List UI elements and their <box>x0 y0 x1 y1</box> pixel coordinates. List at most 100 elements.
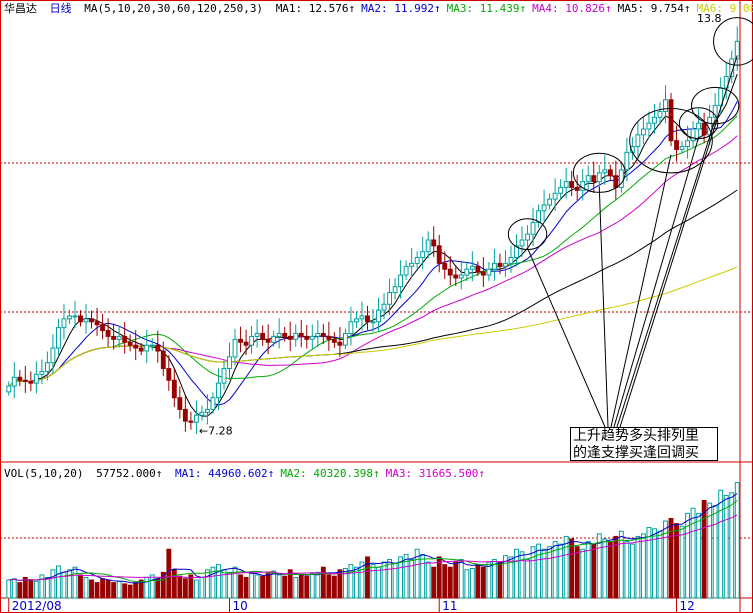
candle-body <box>304 335 310 340</box>
candle-body <box>337 341 343 346</box>
volume-bar <box>188 574 194 599</box>
candle-body <box>177 397 183 410</box>
min-price-label: ←7.28 <box>199 424 233 437</box>
candle-body <box>525 233 530 241</box>
pointer-line <box>619 55 738 428</box>
volume-bar <box>243 576 249 599</box>
volume-bar <box>525 559 530 599</box>
candle-body <box>503 262 508 267</box>
candle-body <box>602 169 608 174</box>
candle-body <box>116 335 122 340</box>
candle-body <box>326 335 332 340</box>
candle-body <box>44 362 50 372</box>
volume-header: VOL(5,10,20) 57752.000↑ MA1: 44960.602↑ M… <box>4 467 497 480</box>
candle-body <box>563 181 569 188</box>
candle-body <box>398 274 404 288</box>
candle-body <box>309 335 315 340</box>
vol-ma-items: MA1: 44960.602↑ MA2: 40320.398↑ MA3: 31665… <box>175 467 491 480</box>
volume-bar <box>547 546 553 599</box>
stock-chart: 2012/08 10 11 12 13.8←7.28 <box>0 0 753 613</box>
candle-body <box>701 122 707 136</box>
volume-bar <box>497 561 503 599</box>
volume-bar <box>707 502 713 599</box>
candle-body <box>67 315 72 320</box>
annotation-ellipses <box>507 17 753 251</box>
candle-body <box>50 347 56 364</box>
candle-body <box>210 397 216 410</box>
candle-body <box>519 239 525 247</box>
extreme-labels: 13.8←7.28 <box>199 12 722 437</box>
volume-bar <box>453 561 459 599</box>
volume-bar <box>94 582 100 599</box>
candle-body <box>359 315 365 320</box>
volume-bar <box>635 535 641 599</box>
candle-body <box>591 175 597 183</box>
candle-body <box>696 122 702 130</box>
candle-body <box>83 318 89 323</box>
candle-body <box>431 239 437 247</box>
volume-bar <box>376 566 381 599</box>
volume-bar <box>238 574 243 599</box>
ma-item-5: MA5: 9.754↑ <box>617 2 691 15</box>
volume-bar <box>182 578 188 599</box>
pointer-line <box>598 186 609 428</box>
volume-bar <box>381 561 387 599</box>
candle-body <box>370 321 376 324</box>
volume-bar <box>591 543 597 599</box>
candle-body <box>11 376 17 387</box>
volume-bar <box>574 546 580 599</box>
candle-body <box>188 420 194 423</box>
vol-value: 57752.000↑ <box>96 467 163 480</box>
volume-bar <box>265 573 271 599</box>
candle-body <box>414 257 420 264</box>
ma-param: MA(5,10,20,30,60,120,250,3) <box>84 2 264 15</box>
candle-body <box>133 344 139 349</box>
candle-body <box>315 332 321 337</box>
ma-items: MA1: 12.576↑ MA2: 11.992↑ MA3: 11.439↑ MA4:… <box>276 2 753 15</box>
candle-body <box>674 140 679 150</box>
candle-body <box>265 338 271 343</box>
candle-body <box>282 332 288 337</box>
volume-bar <box>629 543 635 599</box>
candle-body <box>61 318 67 329</box>
volume-bar <box>569 538 575 599</box>
annotation-box: 上升趋势多头排列里 的逢支撑买逢回调买 <box>570 427 718 461</box>
volume-bar <box>458 559 464 599</box>
candle-body <box>160 350 166 370</box>
candle-body <box>624 151 630 171</box>
candle-body <box>33 373 39 384</box>
volume-bar <box>33 580 39 599</box>
volume-bar <box>420 553 426 599</box>
period-label: 日线 <box>49 2 72 15</box>
x-label: 2012/08 <box>12 599 62 613</box>
candle-body <box>138 347 144 352</box>
volume-bar <box>370 564 376 599</box>
volume-bar <box>177 575 183 599</box>
volume-bar <box>254 574 260 599</box>
candle-body <box>376 309 381 323</box>
candle-body <box>491 262 497 270</box>
annotation-lines <box>527 55 738 428</box>
candle-body <box>260 332 266 340</box>
candle-body <box>469 265 475 270</box>
candle-body <box>464 268 470 276</box>
volume-bar <box>436 556 442 599</box>
candle-body <box>287 335 293 340</box>
candle-body <box>166 368 172 381</box>
outer-frame <box>0 0 753 613</box>
volume-bar <box>326 574 332 599</box>
candle-body <box>243 341 249 346</box>
volume-bar <box>690 507 696 599</box>
volume-bar <box>723 494 729 599</box>
volume-bar <box>613 535 619 599</box>
candle-body <box>39 370 45 375</box>
candle-body <box>28 380 34 384</box>
candle-body <box>425 239 431 253</box>
volume-bar <box>668 517 674 599</box>
candle-body <box>663 99 668 112</box>
candle-body <box>530 221 536 235</box>
volume-bar <box>105 579 111 599</box>
candle-body <box>387 292 392 305</box>
candle-body <box>111 335 117 340</box>
volume-bar <box>100 578 106 599</box>
